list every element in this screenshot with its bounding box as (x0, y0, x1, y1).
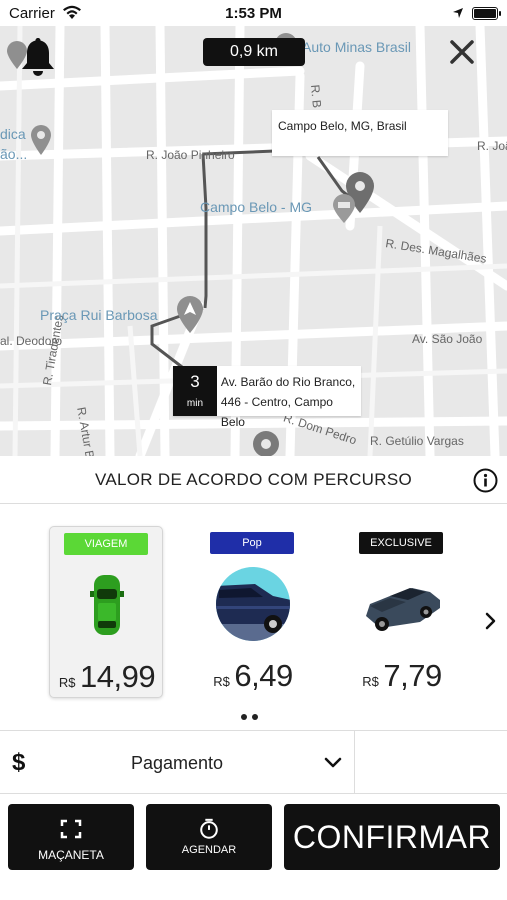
place-label: ão... (0, 146, 28, 162)
location-arrow-icon (453, 8, 463, 18)
macaneta-button[interactable]: MAÇANETA (8, 804, 134, 870)
street-label: R. João (477, 139, 507, 153)
chevron-right-icon[interactable] (484, 612, 498, 630)
price-value: 14,99 (80, 659, 156, 694)
street-label: R. João Pinheiro (146, 148, 235, 162)
pickup-address-line1: Av. Barão do Rio Branco, (220, 375, 356, 389)
eta-badge: 3 min (173, 366, 217, 416)
payment-label: Pagamento (130, 753, 224, 773)
price-value: 6,49 (234, 658, 293, 693)
eta-value: 3 (190, 372, 200, 391)
category-badge: Pop (210, 532, 294, 554)
status-bar: Carrier 1:53 PM (0, 0, 507, 26)
close-button[interactable] (448, 38, 476, 66)
stopwatch-icon (200, 818, 218, 839)
currency-label: R$ (58, 675, 76, 690)
confirm-label: CONFIRMAR (292, 819, 492, 855)
place-label: Auto Minas Brasil (302, 39, 411, 55)
category-price: R$ 14,99 (50, 659, 164, 695)
destination-address: Campo Belo, MG, Brasil (278, 119, 407, 133)
street-label: R. Getúlio Vargas (370, 434, 464, 448)
info-icon (473, 468, 498, 493)
category-price: R$ 7,79 (345, 658, 459, 694)
dollar-icon: $ (12, 749, 26, 776)
category-badge: VIAGEM (64, 533, 148, 555)
info-button[interactable] (473, 468, 498, 493)
pickup-address: Av. Barão do Rio Branco, 446 - Centro, C… (217, 366, 361, 429)
green-car-icon (90, 575, 124, 635)
notification-bell-button[interactable] (20, 36, 56, 78)
eta-unit: min (186, 398, 204, 409)
pop-car-icon (216, 567, 290, 641)
schedule-button[interactable]: AGENDAR (146, 804, 272, 870)
pickup-callout[interactable]: 3 min Av. Barão do Rio Branco, 446 - Cen… (173, 366, 361, 429)
ride-options-header: VALOR DE ACORDO COM PERCURSO (0, 456, 507, 504)
battery-icon (472, 7, 501, 20)
category-badge: EXCLUSIVE (359, 532, 443, 554)
destination-callout[interactable]: Campo Belo, MG, Brasil (272, 110, 448, 156)
place-label: dica (0, 126, 26, 142)
pickup-address-line2: 446 - Centro, Campo Belo (220, 395, 333, 429)
confirm-button[interactable]: CONFIRMAR (284, 804, 500, 870)
price-value: 7,79 (383, 658, 442, 693)
divider (354, 731, 355, 795)
category-card-viagem[interactable]: VIAGEM R$ 14,99 (49, 526, 163, 698)
category-card-pop[interactable]: Pop R$ 6,49 (196, 526, 310, 698)
hotel-pin-icon (333, 194, 355, 223)
street-label: Av. São João (412, 332, 483, 346)
payment-selector[interactable]: $ Pagamento (0, 730, 507, 795)
place-label: Praça Rui Barbosa (40, 307, 158, 323)
distance-indicator: 0,9 km (203, 38, 305, 66)
currency-label: R$ (213, 674, 230, 689)
close-icon (450, 40, 474, 64)
map-pin-icon (31, 125, 51, 155)
user-location-pin-icon (177, 296, 203, 333)
macaneta-label: MAÇANETA (38, 848, 104, 862)
expand-icon (60, 819, 82, 839)
category-card-exclusive[interactable]: EXCLUSIVE R$ 7,79 (345, 526, 459, 698)
action-bar: MAÇANETA AGENDAR CONFIRMAR (0, 794, 507, 900)
schedule-label: AGENDAR (181, 844, 237, 856)
page-indicator (241, 714, 267, 722)
currency-label: R$ (362, 674, 379, 689)
clock: 1:53 PM (225, 5, 282, 22)
ride-category-carousel[interactable]: VIAGEM R$ 14,99 Pop R$ 6,49 EXCLUSIVE R$… (0, 504, 507, 730)
pricing-title: VALOR DE ACORDO COM PERCURSO (95, 470, 412, 489)
category-price: R$ 6,49 (196, 658, 310, 694)
chevron-down-icon[interactable] (324, 755, 342, 769)
place-label: Campo Belo - MG (200, 199, 313, 215)
map-view[interactable]: R. João Pinheiro R. Des. Magalhães R. Jo… (0, 26, 507, 456)
bell-icon (22, 38, 54, 76)
exclusive-car-icon (366, 588, 440, 631)
street-label: R. B (308, 84, 325, 109)
map-pin-icon (253, 431, 279, 456)
